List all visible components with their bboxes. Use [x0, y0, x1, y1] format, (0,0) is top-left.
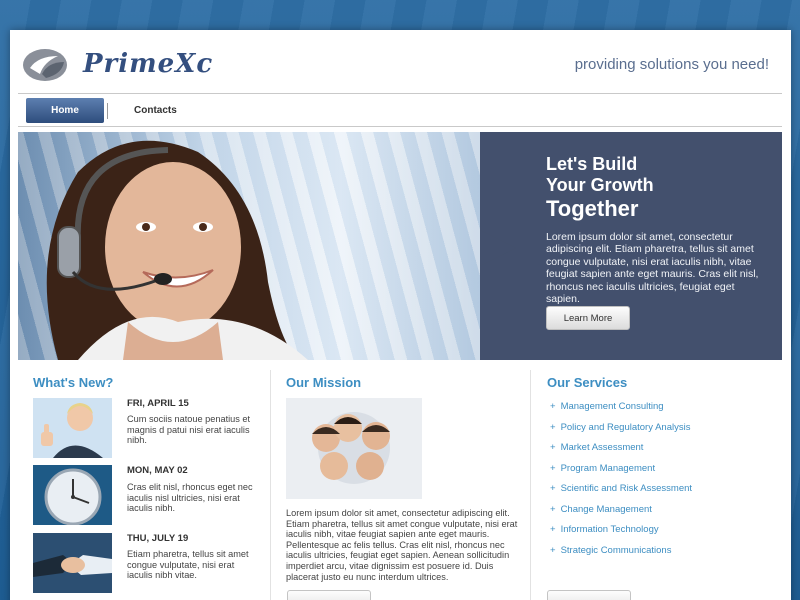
nav-separator	[107, 103, 108, 119]
hero-heading-line-2: Your Growth	[546, 175, 654, 195]
news-thumb-3[interactable]	[33, 533, 112, 593]
service-link[interactable]: + Market Assessment	[550, 441, 692, 462]
column-divider-2	[530, 370, 531, 600]
news-date: THU, JULY 19	[127, 533, 189, 544]
logo-icon[interactable]	[22, 48, 68, 82]
service-label: Information Technology	[560, 524, 659, 535]
plus-icon: +	[550, 544, 556, 556]
column-divider-1	[270, 370, 271, 600]
handshake-icon	[33, 533, 112, 593]
brand-name[interactable]: PrimeXc	[83, 49, 213, 79]
nav-item-contacts[interactable]: Contacts	[134, 98, 177, 123]
news-summary: Cum sociis natoue penatius et magnis d p…	[127, 414, 251, 445]
hero-heading: Let's Build Your Growth Together	[546, 154, 654, 222]
news-date: FRI, APRIL 15	[127, 398, 189, 409]
mission-more-button[interactable]	[287, 590, 371, 600]
hero-heading-line-1: Let's Build	[546, 154, 638, 174]
header-divider	[18, 93, 782, 94]
service-link[interactable]: + Management Consulting	[550, 400, 692, 421]
support-agent-illustration	[46, 140, 308, 360]
service-link[interactable]: + Strategic Communications	[550, 544, 692, 565]
service-label: Management Consulting	[560, 401, 664, 412]
services-title: Our Services	[547, 375, 628, 390]
hero-arrow-notch	[480, 230, 516, 266]
news-date: MON, MAY 02	[127, 465, 188, 476]
service-link[interactable]: + Change Management	[550, 503, 692, 524]
service-label: Strategic Communications	[560, 544, 672, 556]
service-label: Policy and Regulatory Analysis	[560, 421, 691, 433]
nav-divider	[18, 126, 782, 127]
services-list: + Management Consulting + Policy and Regul…	[550, 400, 692, 564]
thumbs-up-person-icon	[33, 398, 112, 458]
plus-icon: +	[550, 421, 556, 433]
plus-icon: +	[550, 401, 556, 412]
plus-icon: +	[550, 503, 556, 515]
hero-photo	[18, 132, 480, 360]
service-label: Scientific and Risk Assessment	[560, 483, 693, 494]
tagline: providing solutions you need!	[574, 56, 769, 73]
clock-icon	[33, 465, 112, 525]
mission-title: Our Mission	[286, 375, 362, 390]
hero-heading-line-3: Together	[546, 196, 639, 221]
plus-icon: +	[550, 483, 556, 494]
hero-description: Lorem ipsum dolor sit amet, consectetur …	[546, 231, 759, 306]
news-summary: Etiam pharetra, tellus sit amet congue v…	[127, 549, 249, 580]
mission-image	[286, 398, 422, 499]
nav-item-home[interactable]: Home	[26, 98, 104, 123]
service-link[interactable]: + Information Technology	[550, 523, 692, 544]
service-label: Program Management	[560, 462, 656, 474]
site-container: PrimeXc providing solutions you need! Ho…	[10, 30, 791, 600]
learn-more-button[interactable]: Learn More	[546, 306, 630, 330]
service-link[interactable]: + Policy and Regulatory Analysis	[550, 421, 692, 442]
plus-icon: +	[550, 442, 556, 453]
service-link[interactable]: + Program Management	[550, 462, 692, 483]
services-more-button[interactable]	[547, 590, 631, 600]
mission-description: Lorem ipsum dolor sit amet, consectetur …	[286, 508, 518, 582]
news-thumb-1[interactable]	[33, 398, 112, 458]
news-summary: Cras elit nisl, rhoncus eget nec iaculis…	[127, 482, 253, 513]
plus-icon: +	[550, 524, 556, 535]
service-label: Market Assessment	[560, 442, 644, 453]
service-link[interactable]: + Scientific and Risk Assessment	[550, 482, 692, 503]
service-label: Change Management	[560, 503, 652, 515]
news-thumb-2[interactable]	[33, 465, 112, 525]
team-circle-icon	[286, 398, 422, 499]
whats-new-title: What's New?	[33, 375, 114, 390]
plus-icon: +	[550, 462, 556, 474]
